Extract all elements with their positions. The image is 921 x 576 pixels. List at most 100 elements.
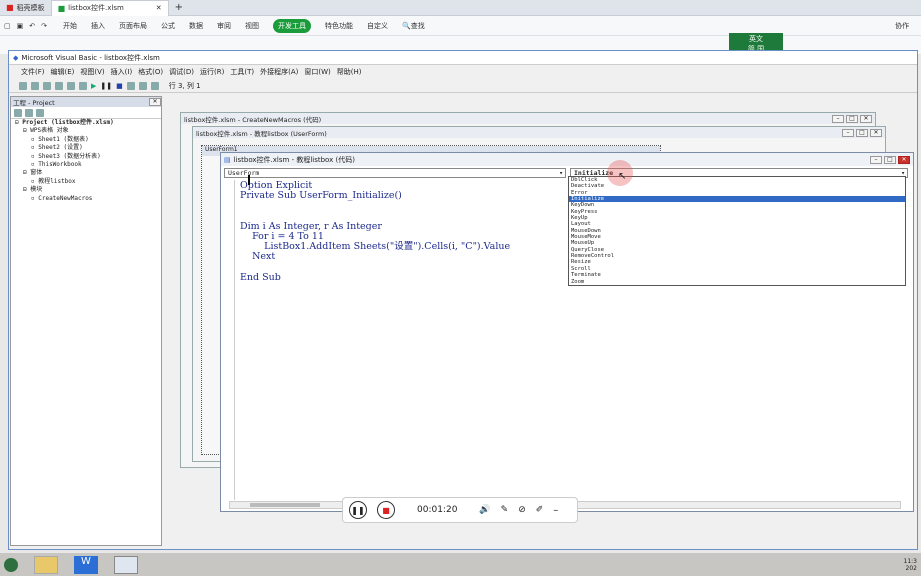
wps-menu-item[interactable]: 审阅: [217, 21, 231, 31]
tree-item-label: CreateNewMacros: [38, 194, 93, 202]
vb-title-bar: ◆ Microsoft Visual Basic - listbox控件.xls…: [9, 51, 917, 65]
close-icon[interactable]: ✕: [898, 155, 910, 164]
vba-icon[interactable]: [114, 555, 138, 574]
collab-button[interactable]: 协作: [895, 21, 909, 31]
start-icon[interactable]: [4, 557, 18, 572]
project-icon[interactable]: [138, 81, 147, 90]
pause-button[interactable]: ❚❚: [349, 501, 367, 519]
wps-menu-item[interactable]: 开始: [63, 21, 77, 31]
pause-icon[interactable]: ❚❚: [100, 82, 112, 90]
close-icon[interactable]: ✕: [870, 128, 882, 137]
vb-menu-item[interactable]: 调试(D): [169, 67, 194, 77]
pen-icon[interactable]: ✎: [501, 505, 509, 515]
vb-menu-item[interactable]: 文件(F): [21, 67, 45, 77]
code-line[interactable]: Private Sub UserForm_Initialize(): [240, 190, 510, 201]
tree-item[interactable]: ▫ Sheet2 (设置): [15, 144, 161, 152]
folder-icon[interactable]: ▢: [4, 22, 11, 30]
tab-template[interactable]: ■ 稻壳模板: [0, 0, 51, 16]
object-combo[interactable]: UserForm ▾: [224, 168, 566, 178]
vb-menu-item[interactable]: 插入(I): [111, 67, 133, 77]
wps-menu-item[interactable]: 页面布局: [119, 21, 147, 31]
wps-menu-item[interactable]: 开发工具: [273, 18, 311, 33]
search-label[interactable]: 🔍查找: [402, 21, 425, 31]
stop-icon[interactable]: ■: [116, 82, 123, 90]
dropdown-item[interactable]: Zoom: [569, 279, 905, 285]
maximize-icon[interactable]: □: [856, 128, 868, 137]
wps-menu-item[interactable]: 数据: [189, 21, 203, 31]
design-icon[interactable]: [126, 81, 135, 90]
stop-button[interactable]: ■: [377, 501, 395, 519]
wps-menu-item[interactable]: 插入: [91, 21, 105, 31]
maximize-icon[interactable]: □: [846, 114, 858, 123]
run-icon[interactable]: ▶: [91, 82, 96, 90]
view-object-icon[interactable]: [25, 108, 33, 117]
save-icon[interactable]: [43, 81, 51, 90]
minimize-icon[interactable]: –: [842, 128, 854, 137]
volume-icon[interactable]: 🔊: [479, 505, 490, 515]
margin-indicator: [225, 180, 235, 500]
tree-item[interactable]: ⊟ WPS表格 对象: [15, 127, 161, 135]
clock: 11:3 202: [903, 557, 917, 572]
code-line[interactable]: ListBox1.AddItem Sheets("设置").Cells(i, "…: [240, 241, 510, 252]
undo-icon[interactable]: ↶: [29, 22, 35, 30]
procedure-dropdown-list[interactable]: DblClick Deactivate Error Initialize KeyDown…: [568, 176, 906, 286]
explorer-icon[interactable]: [34, 555, 58, 574]
print-icon[interactable]: ▣: [17, 22, 24, 30]
vb-menu-item[interactable]: 编辑(E): [51, 67, 75, 77]
properties-icon[interactable]: [150, 81, 159, 90]
tree-item[interactable]: ▫ 教程listbox: [15, 178, 161, 186]
close-icon[interactable]: ✕: [149, 98, 161, 106]
cut-icon[interactable]: [55, 81, 63, 90]
tree-item[interactable]: ⊟ 窗体: [15, 169, 161, 177]
vb-menu-item[interactable]: 格式(O): [138, 67, 163, 77]
project-pane-title: 工程 - Project: [13, 99, 55, 107]
macros-window-title: listbox控件.xlsm - CreateNewMacros (代码): [184, 115, 322, 124]
vb-menu-item[interactable]: 工具(T): [230, 67, 254, 77]
vb-menu-item[interactable]: 外接程序(A): [260, 67, 298, 77]
code-line[interactable]: Next: [240, 252, 510, 262]
toggle-folders-icon[interactable]: [36, 108, 44, 117]
redo-icon[interactable]: ↷: [41, 22, 47, 30]
copy-icon[interactable]: [67, 81, 75, 90]
minimize-icon[interactable]: –: [832, 114, 844, 123]
vb-menu-item[interactable]: 窗口(W): [304, 67, 330, 77]
wps-menu-item[interactable]: 特色功能: [325, 21, 353, 31]
wps-menu-item[interactable]: 视图: [245, 21, 259, 31]
vb-menu-item[interactable]: 运行(R): [200, 67, 224, 77]
chevron-down-icon[interactable]: ▾: [559, 169, 563, 177]
wps-logo-icon: ■: [6, 3, 14, 12]
paste-icon[interactable]: [79, 81, 87, 90]
vb-menu-item[interactable]: 视图(V): [80, 67, 104, 77]
minimize-icon[interactable]: –: [870, 155, 882, 164]
position-label: 行 3, 列 1: [168, 81, 201, 90]
record-timer: 00:01:20: [417, 505, 458, 515]
vb-menu-item[interactable]: 帮助(H): [337, 67, 362, 77]
tree-item-label: Project (listbox控件.xlsm): [22, 119, 114, 126]
code-line[interactable]: [240, 201, 510, 211]
tab-workbook[interactable]: ■ listbox控件.xlsm ✕: [50, 0, 169, 16]
maximize-icon[interactable]: □: [884, 155, 896, 164]
mute-mic-icon[interactable]: ⊘: [518, 505, 526, 515]
tree-item[interactable]: ▫ CreateNewMacros: [15, 195, 161, 203]
code-line[interactable]: End Sub: [240, 272, 510, 283]
draw-icon[interactable]: ✐: [536, 505, 544, 515]
view-code-icon[interactable]: [14, 108, 22, 117]
excel-icon: ■: [57, 3, 66, 13]
wps-icon[interactable]: W: [74, 555, 98, 574]
wps-menu-item[interactable]: 自定义: [367, 21, 388, 31]
wps-menu-item[interactable]: 公式: [161, 21, 175, 31]
mouse-pointer-icon: ↖: [618, 171, 627, 182]
insert-icon[interactable]: [31, 81, 39, 90]
vb-menu-bar: 文件(F) 编辑(E) 视图(V) 插入(I) 格式(O) 调试(D) 运行(R) 工具(T)…: [9, 65, 917, 79]
new-tab-button[interactable]: +: [169, 0, 189, 16]
tree-item[interactable]: ▫ Sheet1 (数据表): [15, 136, 161, 144]
tree-item[interactable]: ⊟ 模块: [15, 186, 161, 194]
view-icon[interactable]: [19, 81, 27, 90]
close-icon[interactable]: ✕: [156, 4, 162, 12]
code-editor[interactable]: Option Explicit Private Sub UserForm_Init…: [240, 180, 510, 283]
taskbar: W 11:3 202: [0, 553, 921, 576]
tree-item[interactable]: ▫ Sheet3 (数据分析表): [15, 153, 161, 161]
text-cursor: [248, 175, 250, 185]
minimize-icon[interactable]: –: [553, 505, 558, 516]
close-icon[interactable]: ✕: [860, 114, 872, 123]
